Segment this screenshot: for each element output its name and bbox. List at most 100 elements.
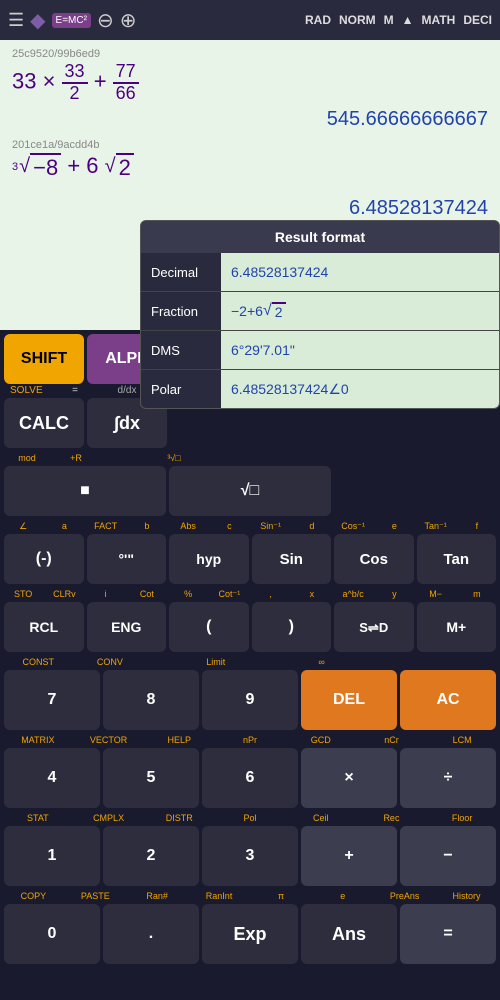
rf-decimal-row[interactable]: Decimal 6.48528137424 [141, 253, 499, 292]
three-button[interactable]: 3 [202, 826, 298, 886]
neg-button[interactable]: (-) [4, 534, 84, 584]
minus-button[interactable]: − [400, 826, 496, 886]
rf-polar-row[interactable]: Polar 6.48528137424∠0 [141, 370, 499, 408]
sd-button[interactable]: S⇌D [334, 602, 414, 652]
multiply-button[interactable]: × [301, 748, 397, 808]
sqrt-button[interactable]: √□ [169, 466, 331, 516]
copy-sub: COPY [4, 889, 63, 903]
rf-polar-value: 6.48528137424∠0 [221, 370, 499, 408]
rf-decimal-label: Decimal [141, 257, 221, 288]
distr-sub: DISTR [145, 811, 213, 825]
i-sub: i [87, 587, 125, 601]
const-sub: CONST [4, 655, 73, 669]
rec-sub: Rec [358, 811, 426, 825]
two-button[interactable]: 2 [103, 826, 199, 886]
fact-sub: FACT [87, 519, 125, 533]
b-sub: b [128, 519, 166, 533]
mode-triangle: ▲ [402, 13, 414, 27]
ddx-label: d/dx [118, 385, 137, 396]
eng-button[interactable]: ENG [87, 602, 167, 652]
mminus-sub: M− [417, 587, 455, 601]
mode-deci: DECI [463, 13, 492, 27]
rf-decimal-value: 6.48528137424 [221, 253, 499, 291]
x-sub: x [293, 587, 331, 601]
four-button[interactable]: 4 [4, 748, 100, 808]
sininv-sub: Sin⁻¹ [252, 519, 290, 533]
equals-button[interactable]: = [400, 904, 496, 964]
angle-sub: ∠ [4, 519, 42, 533]
display-area: 25c9520/99b6ed9 33 × 33 2 + 77 66 545.66… [0, 40, 500, 330]
mode-m: M [384, 13, 394, 27]
del-button[interactable]: DEL [301, 670, 397, 730]
rf-dms-row[interactable]: DMS 6°29'7.01" [141, 331, 499, 370]
limit-sub: Limit [147, 655, 284, 669]
six-button[interactable]: 6 [202, 748, 298, 808]
preans-sub: PreAns [375, 889, 434, 903]
pi-sub: π [252, 889, 311, 903]
plus-circle-icon[interactable]: ⊕ [120, 8, 137, 33]
abs-sub: Abs [169, 519, 207, 533]
dot-button[interactable]: . [103, 904, 199, 964]
close-paren-button[interactable]: ) [252, 602, 332, 652]
plusr-label: +R [53, 451, 99, 465]
cmplx-sub: CMPLX [75, 811, 143, 825]
floor-sub: Floor [428, 811, 496, 825]
taninv-sub: Tan⁻¹ [417, 519, 455, 533]
exp-button[interactable]: Exp [202, 904, 298, 964]
hyp-button[interactable]: hyp [169, 534, 249, 584]
cos-button[interactable]: Cos [334, 534, 414, 584]
emc-icon: E=MC² [52, 13, 91, 28]
box-button[interactable]: ■ [4, 466, 166, 516]
rf-fraction-row[interactable]: Fraction −2+6√2 [141, 292, 499, 331]
y-sub: y [375, 587, 413, 601]
one-button[interactable]: 1 [4, 826, 100, 886]
plus-button[interactable]: + [301, 826, 397, 886]
calc-button[interactable]: CALC [4, 398, 84, 448]
result-1: 545.66666666667 [12, 108, 488, 131]
dms-button[interactable]: °'" [87, 534, 167, 584]
abc-sub: a^b/c [334, 587, 372, 601]
cosinv-sub: Cos⁻¹ [334, 519, 372, 533]
rf-dms-label: DMS [141, 335, 221, 366]
rf-polar-label: Polar [141, 374, 221, 405]
solve-label: SOLVE [10, 385, 43, 396]
mplus-button[interactable]: M+ [417, 602, 497, 652]
seven-button[interactable]: 7 [4, 670, 100, 730]
top-bar: ☰ ◆ E=MC² ⊖ ⊕ RAD NORM M ▲ MATH DECI [0, 0, 500, 40]
vector-sub: VECTOR [75, 733, 143, 747]
clrv-sub: CLRv [45, 587, 83, 601]
result-2: 6.48528137424 [12, 197, 488, 220]
ceil-sub: Ceil [287, 811, 355, 825]
ranhash-sub: Ran# [128, 889, 187, 903]
eq-sign-label: = [72, 385, 78, 396]
five-button[interactable]: 5 [103, 748, 199, 808]
result-format-popup: Result format Decimal 6.48528137424 Frac… [140, 220, 500, 409]
menu-icon[interactable]: ☰ [8, 10, 24, 31]
c-sub: c [210, 519, 248, 533]
result-format-title: Result format [141, 221, 499, 253]
cuberoot-label: ³√□ [151, 451, 197, 465]
eight-button[interactable]: 8 [103, 670, 199, 730]
cot-sub: Cot [128, 587, 166, 601]
ans-button[interactable]: Ans [301, 904, 397, 964]
shift-button[interactable]: SHIFT [4, 334, 84, 384]
expression-1: 33 × 33 2 + 77 66 [12, 62, 488, 104]
rcl-button[interactable]: RCL [4, 602, 84, 652]
rf-dms-value: 6°29'7.01" [221, 331, 499, 369]
nine-button[interactable]: 9 [202, 670, 298, 730]
tan-button[interactable]: Tan [417, 534, 497, 584]
d-sub: d [293, 519, 331, 533]
zero-button[interactable]: 0 [4, 904, 100, 964]
hash-2: 201ce1a/9acdd4b [12, 139, 488, 151]
mode-indicators: RAD NORM M ▲ MATH DECI [305, 13, 492, 27]
divide-button[interactable]: ÷ [400, 748, 496, 808]
sin-button[interactable]: Sin [252, 534, 332, 584]
mode-math: MATH [422, 13, 456, 27]
sto-sub: STO [4, 587, 42, 601]
a-sub: a [45, 519, 83, 533]
open-paren-button[interactable]: ( [169, 602, 249, 652]
hash-1: 25c9520/99b6ed9 [12, 48, 488, 60]
minus-circle-icon[interactable]: ⊖ [97, 8, 114, 33]
ac-button[interactable]: AC [400, 670, 496, 730]
ranint-sub: RanInt [190, 889, 249, 903]
